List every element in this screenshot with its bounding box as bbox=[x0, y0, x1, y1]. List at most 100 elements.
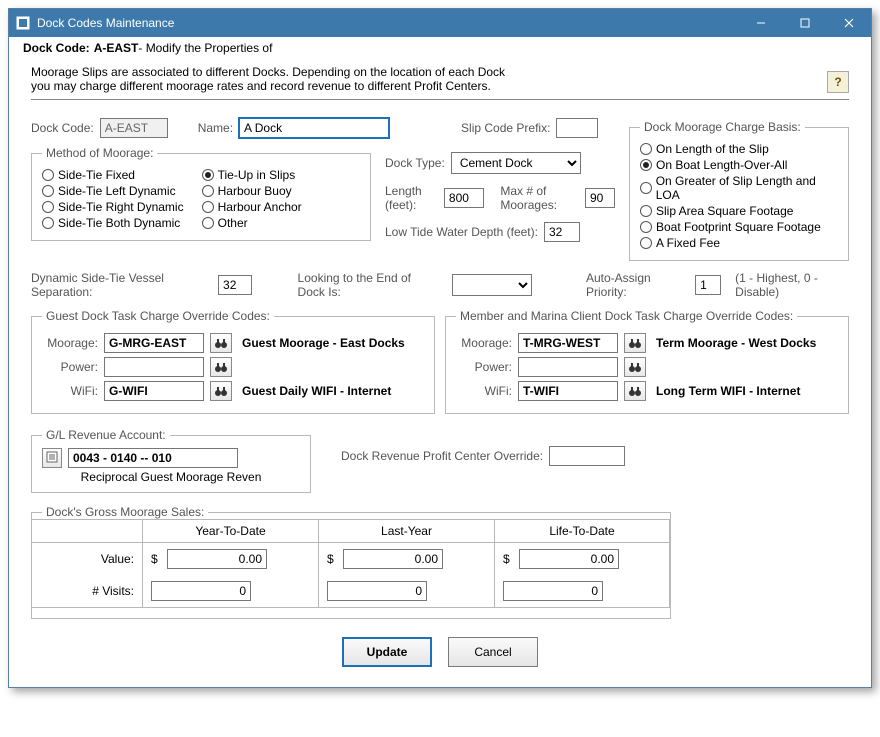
currency-symbol: $ bbox=[503, 552, 513, 566]
gl-account-field[interactable] bbox=[68, 448, 238, 468]
radio-icon bbox=[42, 185, 54, 197]
dyn-sep-label: Dynamic Side-Tie Vessel Separation: bbox=[31, 271, 204, 299]
moorage-method-option[interactable]: Harbour Anchor bbox=[202, 200, 302, 214]
slip-prefix-field[interactable] bbox=[556, 118, 598, 138]
binoculars-icon bbox=[214, 361, 228, 373]
lookup-button[interactable] bbox=[210, 381, 232, 401]
charge-basis-option[interactable]: On Length of the Slip bbox=[640, 142, 838, 156]
help-button[interactable]: ? bbox=[827, 71, 849, 93]
sales-value-field[interactable] bbox=[343, 549, 443, 569]
override-code-field[interactable] bbox=[518, 381, 618, 401]
moorage-method-option[interactable]: Side-Tie Left Dynamic bbox=[42, 184, 184, 198]
look-end-select[interactable] bbox=[452, 274, 532, 296]
dock-type-select[interactable]: Cement Dock bbox=[451, 152, 581, 174]
moorage-method-option[interactable]: Side-Tie Right Dynamic bbox=[42, 200, 184, 214]
guest-override-group: Guest Dock Task Charge Override Codes: M… bbox=[31, 309, 435, 414]
member-override-row: WiFi:Long Term WIFI - Internet bbox=[456, 381, 838, 401]
radio-label: On Length of the Slip bbox=[656, 142, 769, 156]
override-label: Moorage: bbox=[456, 336, 512, 350]
moorage-method-option[interactable]: Other bbox=[202, 216, 302, 230]
override-code-field[interactable] bbox=[104, 333, 204, 353]
guest-override-row: Moorage:Guest Moorage - East Docks bbox=[42, 333, 424, 353]
max-moorages-field[interactable] bbox=[585, 188, 615, 208]
length-label: Length (feet): bbox=[385, 184, 438, 212]
cancel-button[interactable]: Cancel bbox=[448, 637, 538, 667]
auto-assign-field[interactable] bbox=[695, 275, 721, 295]
window-frame: Dock Codes Maintenance Dock Code: A-EAST… bbox=[8, 8, 872, 688]
sales-value-field[interactable] bbox=[503, 581, 603, 601]
length-field[interactable] bbox=[444, 188, 484, 208]
override-code-field[interactable] bbox=[518, 333, 618, 353]
sales-col-ly: Last-Year bbox=[318, 519, 494, 542]
dyn-sep-field[interactable] bbox=[218, 275, 252, 295]
moorage-method-option[interactable]: Side-Tie Fixed bbox=[42, 168, 184, 182]
radio-label: On Greater of Slip Length and LOA bbox=[656, 174, 838, 202]
lookup-button[interactable] bbox=[624, 333, 646, 353]
override-label: Power: bbox=[456, 360, 512, 374]
profit-center-label: Dock Revenue Profit Center Override: bbox=[341, 449, 543, 463]
sales-cell: $ bbox=[142, 543, 318, 575]
sales-legend: Dock's Gross Moorage Sales: bbox=[42, 505, 208, 519]
charge-basis-option[interactable]: Boat Footprint Square Footage bbox=[640, 220, 838, 234]
radio-icon bbox=[202, 201, 214, 213]
moorage-method-option[interactable]: Side-Tie Both Dynamic bbox=[42, 216, 184, 230]
radio-label: On Boat Length-Over-All bbox=[656, 158, 787, 172]
header-mode: - Modify the Properties of bbox=[138, 41, 272, 55]
member-override-legend: Member and Marina Client Dock Task Charg… bbox=[456, 309, 797, 323]
charge-basis-option[interactable]: On Boat Length-Over-All bbox=[640, 158, 838, 172]
sales-value-field[interactable] bbox=[151, 581, 251, 601]
sales-cell: $ bbox=[318, 543, 494, 575]
currency-symbol: $ bbox=[327, 552, 337, 566]
charge-basis-legend: Dock Moorage Charge Basis: bbox=[640, 120, 805, 134]
override-desc: Long Term WIFI - Internet bbox=[656, 384, 838, 398]
lookup-button[interactable] bbox=[624, 381, 646, 401]
radio-icon bbox=[640, 221, 652, 233]
moorage-method-option[interactable]: Tie-Up in Slips bbox=[202, 168, 302, 182]
sales-value-field[interactable] bbox=[519, 549, 619, 569]
charge-basis-option[interactable]: Slip Area Square Footage bbox=[640, 204, 838, 218]
sales-group: Dock's Gross Moorage Sales: Year-To-Date… bbox=[31, 505, 671, 619]
charge-basis-option[interactable]: On Greater of Slip Length and LOA bbox=[640, 174, 838, 202]
charge-basis-option[interactable]: A Fixed Fee bbox=[640, 236, 838, 250]
override-code-field[interactable] bbox=[104, 357, 204, 377]
lookup-button[interactable] bbox=[210, 333, 232, 353]
name-field[interactable] bbox=[239, 118, 389, 138]
override-desc: Guest Daily WIFI - Internet bbox=[242, 384, 424, 398]
override-code-field[interactable] bbox=[518, 357, 618, 377]
sales-value-field[interactable] bbox=[167, 549, 267, 569]
update-button[interactable]: Update bbox=[342, 637, 432, 667]
separator bbox=[31, 99, 849, 100]
lookup-button[interactable] bbox=[210, 357, 232, 377]
radio-icon bbox=[42, 217, 54, 229]
dock-code-field bbox=[100, 118, 168, 138]
slip-prefix-label: Slip Code Prefix: bbox=[461, 121, 550, 135]
radio-label: Slip Area Square Footage bbox=[656, 204, 793, 218]
gl-lookup-button[interactable] bbox=[42, 448, 62, 468]
radio-label: Harbour Anchor bbox=[218, 200, 302, 214]
dock-type-label: Dock Type: bbox=[385, 156, 445, 170]
help-icon: ? bbox=[834, 75, 841, 89]
low-tide-field[interactable] bbox=[544, 222, 580, 242]
profit-center-field[interactable] bbox=[549, 446, 625, 466]
close-button[interactable] bbox=[827, 9, 871, 37]
max-moorages-label: Max # of Moorages: bbox=[500, 184, 579, 212]
override-label: Power: bbox=[42, 360, 98, 374]
binoculars-icon bbox=[214, 385, 228, 397]
titlebar: Dock Codes Maintenance bbox=[9, 9, 871, 37]
override-code-field[interactable] bbox=[104, 381, 204, 401]
radio-label: Tie-Up in Slips bbox=[218, 168, 296, 182]
minimize-button[interactable] bbox=[739, 9, 783, 37]
window-title: Dock Codes Maintenance bbox=[37, 16, 739, 30]
header-code: A-EAST bbox=[94, 41, 139, 55]
method-of-moorage-group: Method of Moorage: Side-Tie FixedSide-Ti… bbox=[31, 146, 371, 241]
moorage-method-option[interactable]: Harbour Buoy bbox=[202, 184, 302, 198]
lookup-button[interactable] bbox=[624, 357, 646, 377]
maximize-button[interactable] bbox=[783, 9, 827, 37]
radio-label: Side-Tie Left Dynamic bbox=[58, 184, 176, 198]
name-label: Name: bbox=[198, 121, 233, 135]
radio-label: Boat Footprint Square Footage bbox=[656, 220, 821, 234]
guest-override-row: WiFi:Guest Daily WIFI - Internet bbox=[42, 381, 424, 401]
sales-cell bbox=[494, 575, 670, 607]
sales-value-field[interactable] bbox=[327, 581, 427, 601]
radio-icon bbox=[42, 201, 54, 213]
